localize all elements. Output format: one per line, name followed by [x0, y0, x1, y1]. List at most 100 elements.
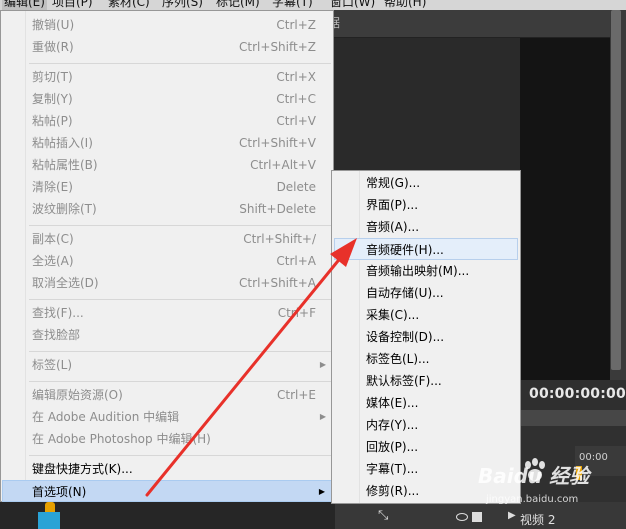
menu-item-undo[interactable]: 撤销(U) Ctrl+Z: [2, 14, 332, 36]
menu-item-shortcut: Delete: [276, 180, 316, 194]
menu-window[interactable]: 窗口(W): [330, 0, 375, 10]
submenu-item-label: 字幕(T)...: [366, 462, 419, 476]
monitor-scrollbar-thumb[interactable]: [611, 10, 621, 370]
submenu-item-label: 自动存储(U)...: [366, 286, 444, 300]
menu-item-shortcut: Ctrl+E: [277, 388, 316, 402]
menu-item-shortcut: Ctrl+F: [277, 306, 316, 320]
menu-item-label: 全选(A): [32, 254, 74, 268]
menu-item-label: 取消全选(D): [32, 276, 99, 290]
expand-track-icon[interactable]: ▶: [508, 510, 516, 521]
menu-item-paste-insert[interactable]: 粘帖插入(I) Ctrl+Shift+V: [2, 132, 332, 154]
menu-sequence[interactable]: 序列(S): [162, 0, 203, 10]
submenu-item-audio-hardware[interactable]: 音频硬件(H)...: [334, 238, 518, 260]
menu-item-edit-original[interactable]: 编辑原始资源(O) Ctrl+E: [2, 384, 332, 406]
menu-item-shortcut: Ctrl+A: [276, 254, 316, 268]
submenu-item-audio[interactable]: 音频(A)...: [334, 216, 518, 238]
submenu-item-label: 采集(C)...: [366, 308, 420, 322]
track-label: 视频 2: [520, 513, 556, 527]
submenu-item-label: 回放(P)...: [366, 440, 419, 454]
menu-item-label: 键盘快捷方式(K)...: [32, 462, 133, 476]
eye-icon[interactable]: [456, 513, 468, 521]
menu-item-label: 波纹删除(T): [32, 202, 97, 216]
menu-item-label: 标签(L): [32, 358, 73, 372]
submenu-item-capture[interactable]: 采集(C)...: [334, 304, 518, 326]
submenu-item-interface[interactable]: 界面(P)...: [334, 194, 518, 216]
menu-title[interactable]: 字幕(T): [272, 0, 313, 10]
menu-item-edit-in-photoshop[interactable]: 在 Adobe Photoshop 中编辑(H): [2, 428, 332, 450]
menu-project[interactable]: 项目(P): [52, 0, 93, 10]
menu-item-redo[interactable]: 重做(R) Ctrl+Shift+Z: [2, 36, 332, 58]
menu-item-label: 查找(F)...: [32, 306, 84, 320]
submenu-item-device-control[interactable]: 设备控制(D)...: [334, 326, 518, 348]
watermark-brand: Baidu 经验: [478, 464, 590, 488]
menu-item-shortcut: Ctrl+Shift+/: [243, 232, 316, 246]
menu-item-label-submenu[interactable]: 标签(L) ▶: [2, 354, 332, 376]
menu-item-deselect-all[interactable]: 取消全选(D) Ctrl+Shift+A: [2, 272, 332, 294]
submenu-item-playback[interactable]: 回放(P)...: [334, 436, 518, 458]
menu-clip[interactable]: 素材(C): [108, 0, 150, 10]
menu-item-paste[interactable]: 粘帖(P) Ctrl+V: [2, 110, 332, 132]
submenu-item-media[interactable]: 媒体(E)...: [334, 392, 518, 414]
menu-item-label: 查找脸部: [32, 328, 81, 342]
menu-item-shortcut: Ctrl+Alt+V: [250, 158, 316, 172]
menu-item-label: 粘帖属性(B): [32, 158, 98, 172]
menu-item-label: 重做(R): [32, 40, 74, 54]
program-monitor: [520, 38, 610, 380]
menu-item-duplicate[interactable]: 副本(C) Ctrl+Shift+/: [2, 228, 332, 250]
clip-marker[interactable]: [38, 512, 60, 529]
menu-separator: [29, 63, 331, 64]
submenu-item-label: 界面(P)...: [366, 198, 419, 212]
menu-item-keyboard-shortcuts[interactable]: 键盘快捷方式(K)...: [2, 458, 332, 480]
submenu-item-label-defaults[interactable]: 默认标签(F)...: [334, 370, 518, 392]
submenu-arrow-icon: ▶: [319, 360, 326, 369]
submenu-item-auto-save[interactable]: 自动存储(U)...: [334, 282, 518, 304]
menu-separator: [29, 381, 331, 382]
menu-item-shortcut: Ctrl+C: [276, 92, 316, 106]
submenu-item-label: 音频硬件(H)...: [366, 243, 444, 257]
menu-item-shortcut: Shift+Delete: [239, 202, 316, 216]
submenu-item-label: 音频(A)...: [366, 220, 420, 234]
edit-menu: 撤销(U) Ctrl+Z 重做(R) Ctrl+Shift+Z 剪切(T) Ct…: [0, 10, 334, 502]
menu-item-label: 编辑原始资源(O): [32, 388, 123, 402]
menu-item-edit-in-audition[interactable]: 在 Adobe Audition 中编辑 ▶: [2, 406, 332, 428]
menu-item-shortcut: Ctrl+X: [276, 70, 316, 84]
film-icon[interactable]: [472, 512, 482, 522]
menu-item-label: 剪切(T): [32, 70, 73, 84]
menu-separator: [29, 455, 331, 456]
menu-marker[interactable]: 标记(M): [216, 0, 260, 10]
menu-item-shortcut: Ctrl+Z: [276, 18, 316, 32]
menu-help[interactable]: 帮助(H): [384, 0, 426, 10]
submenu-item-general[interactable]: 常规(G)...: [334, 172, 518, 194]
menu-edit[interactable]: 编辑(E): [2, 0, 47, 10]
menu-item-label: 在 Adobe Audition 中编辑: [32, 410, 180, 424]
menu-item-shortcut: Ctrl+Shift+A: [239, 276, 316, 290]
submenu-item-label: 内存(Y)...: [366, 418, 419, 432]
menu-item-select-all[interactable]: 全选(A) Ctrl+A: [2, 250, 332, 272]
menu-item-find[interactable]: 查找(F)... Ctrl+F: [2, 302, 332, 324]
submenu-item-label: 音频输出映射(M)...: [366, 264, 470, 278]
menu-item-paste-attributes[interactable]: 粘帖属性(B) Ctrl+Alt+V: [2, 154, 332, 176]
submenu-item-label: 常规(G)...: [366, 176, 421, 190]
menu-item-copy[interactable]: 复制(Y) Ctrl+C: [2, 88, 332, 110]
slip-tool-icon[interactable]: ⤡: [378, 508, 388, 523]
menu-item-find-faces[interactable]: 查找脸部: [2, 324, 332, 346]
panel-divider: [520, 410, 626, 426]
submenu-item-audio-output-mapping[interactable]: 音频输出映射(M)...: [334, 260, 518, 282]
menu-item-cut[interactable]: 剪切(T) Ctrl+X: [2, 66, 332, 88]
menu-item-preferences[interactable]: 首选项(N) ▶: [2, 480, 332, 502]
menu-item-label: 粘帖(P): [32, 114, 73, 128]
submenu-item-label: 修剪(R)...: [366, 484, 420, 498]
submenu-item-label-colors[interactable]: 标签色(L)...: [334, 348, 518, 370]
submenu-item-memory[interactable]: 内存(Y)...: [334, 414, 518, 436]
menu-item-shortcut: Ctrl+Shift+V: [239, 136, 316, 150]
submenu-arrow-icon: ▶: [319, 412, 326, 421]
menu-item-label: 副本(C): [32, 232, 74, 246]
preferences-submenu: 常规(G)... 界面(P)... 音频(A)... 音频硬件(H)... 音频…: [331, 170, 521, 504]
submenu-item-label: 媒体(E)...: [366, 396, 419, 410]
submenu-arrow-icon: ▶: [318, 487, 325, 496]
menu-item-ripple-delete[interactable]: 波纹删除(T) Shift+Delete: [2, 198, 332, 220]
timecode-display[interactable]: 00:00:00:00: [529, 386, 626, 402]
menu-item-shortcut: Ctrl+V: [276, 114, 316, 128]
watermark-url: jingyan.baidu.com: [486, 494, 579, 505]
menu-item-clear[interactable]: 清除(E) Delete: [2, 176, 332, 198]
